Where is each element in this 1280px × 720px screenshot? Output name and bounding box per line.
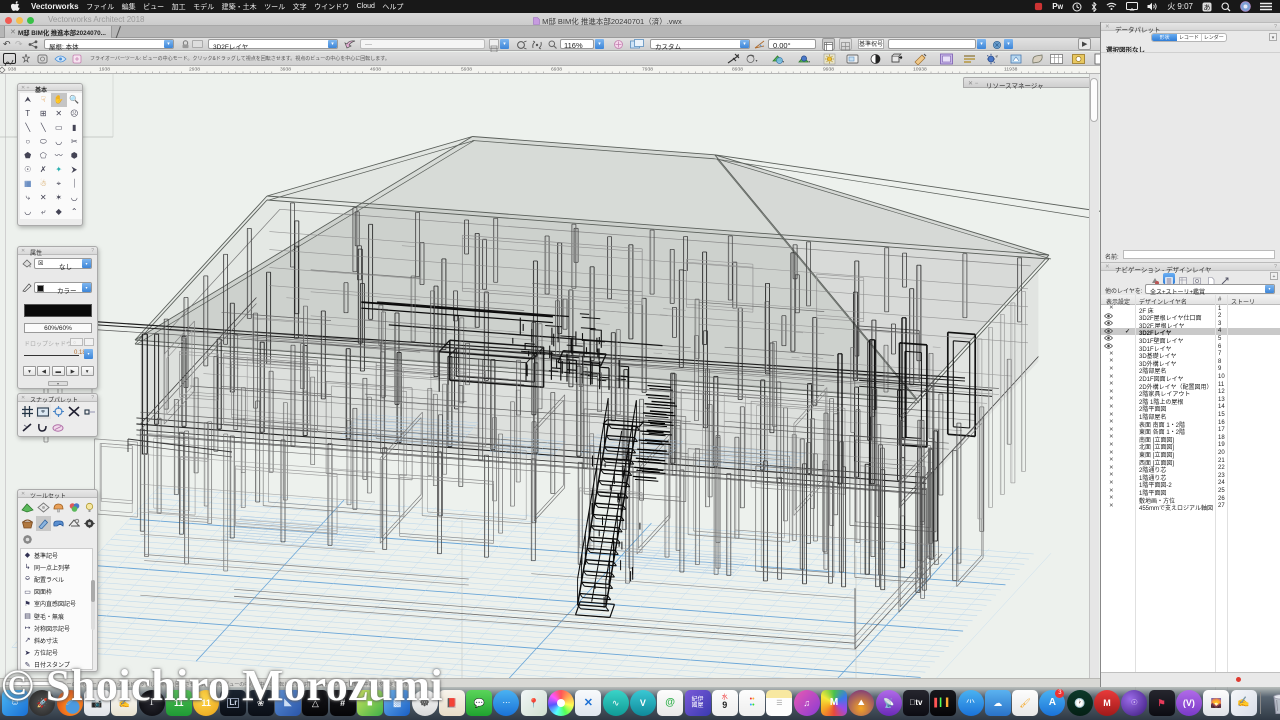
svg-text:あ: あ	[1204, 3, 1211, 11]
